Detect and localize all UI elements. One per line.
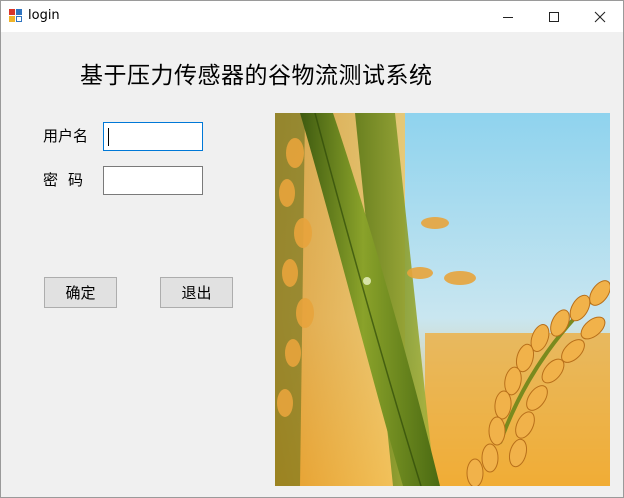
- exit-button[interactable]: 退出: [160, 277, 233, 308]
- close-icon: [594, 11, 606, 22]
- title-bar[interactable]: login: [1, 1, 623, 32]
- ok-button[interactable]: 确定: [44, 277, 117, 308]
- password-input[interactable]: [103, 166, 203, 195]
- app-icon: [9, 9, 23, 23]
- rice-grain-illustration: [275, 113, 610, 486]
- text-caret: [108, 128, 109, 146]
- rice-grain-photo: [275, 113, 610, 486]
- minimize-button[interactable]: [485, 1, 531, 32]
- close-button[interactable]: [577, 1, 623, 32]
- window-title: login: [28, 8, 60, 23]
- maximize-button[interactable]: [531, 1, 577, 32]
- username-input[interactable]: [103, 122, 203, 151]
- login-window: login 基于压力传感器的谷物流测试系统 用户名 密码 确定 退出: [0, 0, 624, 498]
- maximize-icon: [549, 11, 559, 22]
- minimize-icon: [503, 16, 513, 18]
- username-label: 用户名: [43, 127, 89, 145]
- password-label: 密码: [43, 171, 94, 189]
- page-title: 基于压力传感器的谷物流测试系统: [80, 63, 433, 89]
